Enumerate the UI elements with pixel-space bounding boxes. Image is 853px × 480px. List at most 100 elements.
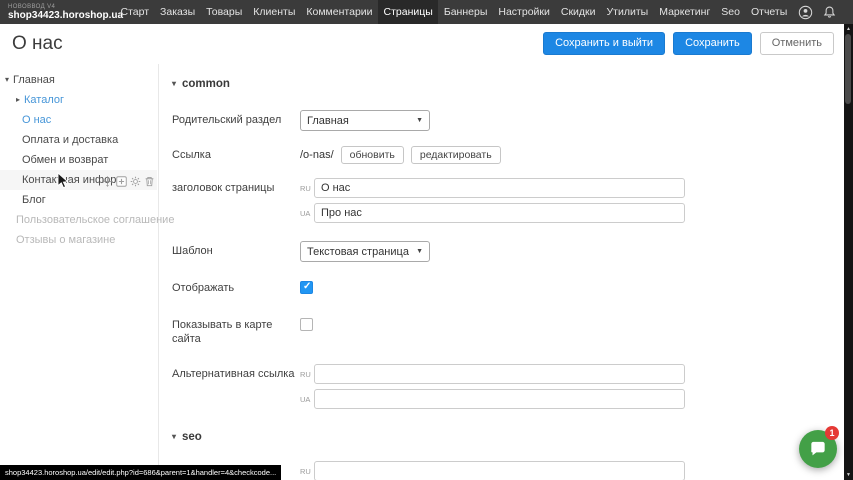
section-common[interactable]: ▾ common <box>172 78 844 90</box>
menu-item-start[interactable]: Старт <box>115 0 155 24</box>
sidebar-item-store-reviews[interactable]: Отзывы о магазине <box>0 230 157 250</box>
menu-item-pages[interactable]: Страницы <box>378 0 438 24</box>
page-title-input-ru[interactable] <box>314 178 685 198</box>
display-checkbox[interactable] <box>300 281 313 294</box>
sidebar-item-exchange-return[interactable]: Обмен и возврат <box>0 150 157 170</box>
link-row: Ссылка /o-nas/ обновить редактировать <box>172 145 844 164</box>
scrollbar-thumb[interactable] <box>845 34 851 104</box>
sidebar-item-label: О нас <box>22 114 51 126</box>
menu-item-reports[interactable]: Отчеты <box>745 0 792 24</box>
account-icon[interactable] <box>798 5 813 20</box>
header-actions: Сохранить и выйти Сохранить Отменить <box>543 32 834 55</box>
selected-value: Текстовая страница <box>307 246 409 258</box>
section-seo[interactable]: ▾ seo <box>172 431 844 443</box>
page-header: О нас Сохранить и выйти Сохранить Отмени… <box>0 24 844 64</box>
menu-item-utilities[interactable]: Утилиты <box>601 0 654 24</box>
sidebar-item-label: Оплата и доставка <box>22 134 118 146</box>
gear-icon[interactable] <box>130 174 141 185</box>
lang-ru-label: RU <box>300 370 311 379</box>
sidebar-item-label: Обмен и возврат <box>22 154 108 166</box>
save-and-exit-button[interactable]: Сохранить и выйти <box>543 32 665 55</box>
link-value: /o-nas/ <box>300 149 334 161</box>
lang-ua-label: UA <box>300 395 311 404</box>
html-title-input-ru[interactable] <box>314 461 685 480</box>
move-icon[interactable] <box>102 174 113 185</box>
menu-item-clients[interactable]: Клиенты <box>248 0 301 24</box>
sidebar-item-label: Каталог <box>24 94 64 106</box>
sidebar-item-catalog[interactable]: ▸ Каталог <box>0 90 157 110</box>
brand-block[interactable]: НОВОВВОД V4 shop34423.horoshop.ua <box>0 4 115 21</box>
sidebar-item-label: Отзывы о магазине <box>16 234 115 246</box>
menu-item-banners[interactable]: Баннеры <box>438 0 493 24</box>
add-page-icon[interactable] <box>116 174 127 185</box>
lang-ru-label: RU <box>300 184 311 193</box>
field-label: Отображать <box>172 278 300 296</box>
sitemap-checkbox[interactable] <box>300 318 313 331</box>
lang-ru-label: RU <box>300 467 311 476</box>
parent-section-select[interactable]: Главная ▼ <box>300 110 430 131</box>
template-row: Шаблон Текстовая страница ▼ <box>172 241 844 262</box>
chat-icon <box>808 439 828 459</box>
sidebar-item-home[interactable]: ▾ Главная <box>0 70 157 90</box>
template-select[interactable]: Текстовая страница ▼ <box>300 241 430 262</box>
sidebar-item-about[interactable]: О нас <box>0 110 157 130</box>
chat-unread-badge: 1 <box>825 426 839 440</box>
section-collapse-icon[interactable]: ▾ <box>172 432 176 441</box>
scrollbar[interactable]: ▲ ▼ <box>844 24 853 480</box>
field-label: Родительский раздел <box>172 110 300 131</box>
menu-item-marketing[interactable]: Маркетинг <box>654 0 716 24</box>
scroll-down-icon[interactable]: ▼ <box>846 472 851 478</box>
sitemap-row: Показывать в карте сайта <box>172 315 844 347</box>
pages-tree-sidebar: ▾ Главная ▸ Каталог О нас Оплата и доставк… <box>0 64 157 480</box>
chevron-right-icon[interactable]: ▸ <box>16 90 20 110</box>
topbar: НОВОВВОД V4 shop34423.horoshop.ua Старт … <box>0 0 853 24</box>
sidebar-item-label: Пользовательское соглашение <box>16 214 174 226</box>
trash-icon[interactable] <box>144 174 155 185</box>
main-menu: Старт Заказы Товары Клиенты Комментарии … <box>115 0 793 24</box>
menu-item-discounts[interactable]: Скидки <box>555 0 601 24</box>
chat-widget-button[interactable]: 1 <box>799 430 837 468</box>
lang-ua-label: UA <box>300 209 311 218</box>
field-label: Ссылка <box>172 145 300 164</box>
chevron-down-icon[interactable]: ▾ <box>5 70 9 90</box>
alt-link-row: Альтернативная ссылка RU UA <box>172 364 844 409</box>
chevron-down-icon: ▼ <box>416 248 423 255</box>
page-title-row: заголовок страницы RU UA <box>172 178 844 223</box>
field-label: Шаблон <box>172 241 300 262</box>
sidebar-item-label: Главная <box>13 74 55 86</box>
browser-status-url: shop34423.horoshop.ua/edit/edit.php?id=6… <box>0 465 281 480</box>
page-title: О нас <box>12 33 63 55</box>
sidebar-item-payment-delivery[interactable]: Оплата и доставка <box>0 130 157 150</box>
field-label: заголовок страницы <box>172 178 300 223</box>
sidebar-item-blog[interactable]: Блог <box>0 190 157 210</box>
page-title-input-ua[interactable] <box>314 203 685 223</box>
sidebar-item-label: Блог <box>22 194 46 206</box>
section-title: seo <box>182 431 202 443</box>
brand-version-label: НОВОВВОД V4 <box>8 4 115 10</box>
topbar-icons <box>798 5 853 20</box>
menu-item-comments[interactable]: Комментарии <box>301 0 378 24</box>
save-button[interactable]: Сохранить <box>673 32 752 55</box>
display-row: Отображать <box>172 278 844 296</box>
alt-link-input-ua[interactable] <box>314 389 685 409</box>
scroll-up-icon[interactable]: ▲ <box>846 26 851 32</box>
field-label: Альтернативная ссылка <box>172 364 300 409</box>
chevron-down-icon: ▼ <box>416 117 423 124</box>
menu-item-settings[interactable]: Настройки <box>493 0 556 24</box>
menu-item-products[interactable]: Товары <box>201 0 248 24</box>
update-link-button[interactable]: обновить <box>341 146 404 164</box>
sidebar-item-contact-info[interactable]: Контактная инфор <box>0 170 157 190</box>
field-label: Показывать в карте сайта <box>172 315 300 347</box>
cancel-button[interactable]: Отменить <box>760 32 834 55</box>
sidebar-item-user-agreement[interactable]: Пользовательское соглашение <box>0 210 157 230</box>
alt-link-input-ru[interactable] <box>314 364 685 384</box>
notifications-bell-icon[interactable] <box>822 5 837 20</box>
brand-domain: shop34423.horoshop.ua <box>8 11 115 21</box>
menu-item-orders[interactable]: Заказы <box>155 0 201 24</box>
menu-item-seo[interactable]: Seo <box>716 0 746 24</box>
row-tools <box>100 174 155 185</box>
page-edit-form: ▾ common Родительский раздел Главная ▼ Сс… <box>158 64 844 480</box>
section-title: common <box>182 78 230 90</box>
section-collapse-icon[interactable]: ▾ <box>172 79 176 88</box>
edit-link-button[interactable]: редактировать <box>411 146 501 164</box>
